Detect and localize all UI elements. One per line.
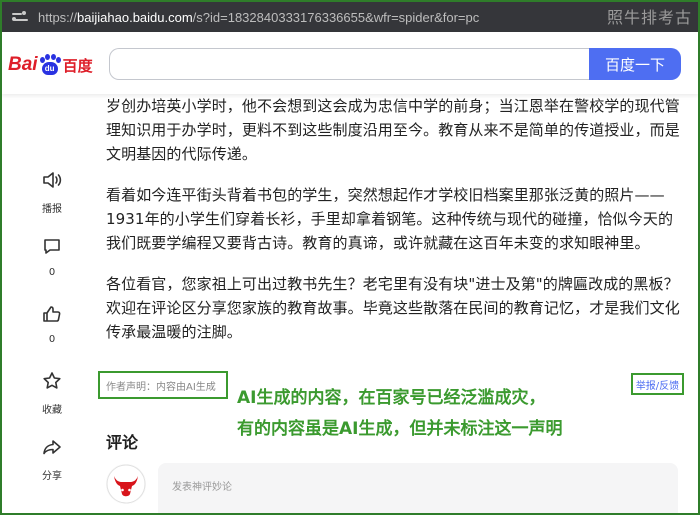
comment-input[interactable]: 发表神评妙论 [158, 463, 678, 515]
comment-button[interactable]: 0 [34, 235, 70, 278]
bull-avatar-icon [106, 464, 146, 504]
baidu-logo[interactable]: Bai du 百度 [8, 52, 93, 78]
report-link[interactable]: 举报/反馈 [631, 373, 684, 395]
site-settings-icon[interactable] [12, 9, 28, 25]
thumbs-up-icon [43, 306, 61, 322]
article-paragraph: 看着如今连平街头背着书包的学生，突然想起作才学校旧档案里那张泛黄的照片——193… [106, 186, 674, 252]
url-text[interactable]: https://baijiahao.baidu.com/s?id=1832840… [38, 10, 479, 25]
watermark: 照牛排考古 [606, 8, 692, 27]
search-input[interactable] [109, 48, 589, 80]
annotation-line: 有的内容虽是AI生成，但并未标注这一声明 [237, 419, 563, 439]
author-declaration: 作者声明：内容由AI生成 [98, 371, 228, 399]
star-icon [43, 372, 61, 389]
share-icon [43, 440, 61, 455]
browser-url-bar[interactable]: https://baijiahao.baidu.com/s?id=1832840… [2, 2, 698, 32]
article-paragraph: 各位看官，您家祖上可出过教书先生？老宅里有没有块"进士及第"的牌匾改成的黑板？欢… [106, 275, 680, 341]
search-button[interactable]: 百度一下 [589, 48, 681, 80]
article-body: 岁创办培英小学时，他不会想到这会成为忠信中学的前身；当江恩举在警校学的现代管理知… [106, 94, 681, 361]
page-header: Bai du 百度 百度一下 [2, 32, 698, 94]
listen-button[interactable]: 播报 [34, 168, 70, 215]
annotation-line: AI生成的内容，在百家号已经泛滥成灾， [237, 388, 546, 408]
avatar[interactable] [106, 464, 146, 504]
comments-title: 评论 [106, 433, 139, 452]
comment-icon [44, 239, 60, 254]
paw-icon: du [39, 54, 61, 76]
favorite-button[interactable]: 收藏 [34, 369, 70, 416]
article-paragraph: 岁创办培英小学时，他不会想到这会成为忠信中学的前身；当江恩举在警校学的现代管理知… [106, 97, 680, 163]
share-button[interactable]: 分享 [34, 435, 70, 482]
speaker-icon [43, 172, 62, 188]
like-button[interactable]: 0 [34, 302, 70, 345]
